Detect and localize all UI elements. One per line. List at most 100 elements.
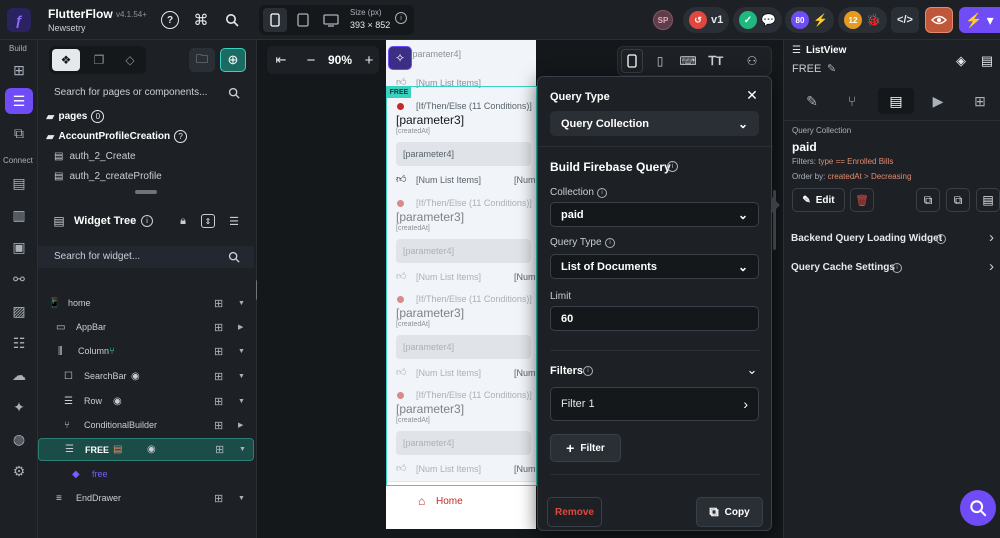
collection-select[interactable]: paid ⌄ — [550, 202, 759, 227]
chevron-down-icon[interactable]: ▼ — [238, 300, 245, 307]
flutterflow-logo-icon[interactable]: ƒ — [7, 8, 31, 32]
user-avatar[interactable]: SP — [653, 10, 673, 30]
chevron-down-icon[interactable]: ▼ — [239, 446, 246, 453]
phone-device-icon[interactable] — [263, 8, 287, 32]
collection-info-icon[interactable]: i — [597, 188, 607, 198]
add-child-icon[interactable]: ⊞ — [215, 443, 224, 456]
storyboard-icon[interactable]: ⧉ — [5, 120, 33, 146]
search-fab-icon[interactable] — [960, 490, 996, 526]
library-tab-icon[interactable]: ◇ — [116, 49, 144, 71]
visibility-eye-icon[interactable]: ◉ — [131, 371, 140, 382]
tree-node-enddrawer[interactable]: ≡ EndDrawer ⊞ ▼ — [38, 487, 254, 509]
cloud-icon[interactable]: ☁ — [5, 362, 33, 388]
tree-node-column[interactable]: ⫼ Column ⊞ ▼ ⑂ — [38, 340, 254, 362]
pages-tab-icon[interactable]: ❖ — [52, 49, 80, 71]
tree-node-searchbar[interactable]: ☐ SearchBar ⊞ ▼ ◉ — [38, 365, 254, 387]
chevron-down-icon[interactable]: ▼ — [238, 398, 245, 405]
tree-node-home[interactable]: 📱 home ⊞ ▼ — [38, 292, 254, 314]
theme-icon[interactable]: ◍ — [5, 426, 33, 452]
components-tab-icon[interactable]: ❐ — [85, 49, 113, 71]
text-scale-icon[interactable]: ꓔT — [705, 49, 727, 73]
expand-collapse-icon[interactable]: ⇕ — [201, 214, 215, 228]
widget-name[interactable]: FREE — [792, 63, 821, 75]
run-lightning-icon[interactable]: ⚡ ▾ — [959, 7, 1000, 33]
info-icon[interactable]: i — [395, 12, 407, 24]
chevron-down-icon[interactable]: ▼ — [238, 373, 245, 380]
media-icon[interactable]: ▨ — [5, 298, 33, 324]
firestore-icon[interactable]: ▤ — [5, 170, 33, 196]
page-search-icon[interactable] — [227, 86, 241, 100]
version-pill[interactable]: ↺ v1 — [683, 7, 730, 33]
cache-settings-row[interactable]: Query Cache Settings i › — [784, 257, 1000, 279]
tree-node-row[interactable]: ☰ Row ⊞ ▼ ◉ — [38, 390, 254, 412]
credits-pill[interactable]: 80 ⚡ — [785, 7, 834, 33]
library-diamond-icon[interactable]: ◈ — [950, 51, 972, 71]
lock-icon[interactable]: 🔒︎ — [176, 214, 190, 228]
code-view-icon[interactable]: </> — [891, 7, 919, 33]
state-tab-icon[interactable]: ⊞ — [962, 88, 998, 114]
device-frame-icon[interactable]: ▯ — [649, 49, 671, 73]
add-child-icon[interactable]: ⊞ — [214, 395, 223, 408]
limit-input[interactable]: 60 — [550, 306, 759, 331]
add-child-icon[interactable]: ⊞ — [214, 492, 223, 505]
page-item[interactable]: ▤ auth_2_Create — [54, 151, 136, 162]
chevron-right-icon[interactable]: ▶ — [238, 421, 243, 429]
copy-button[interactable]: ⧉ Copy — [696, 497, 763, 527]
command-icon[interactable]: ⌘ — [191, 10, 211, 30]
add-child-icon[interactable]: ⊞ — [214, 297, 223, 310]
widget-search-icon[interactable] — [227, 250, 241, 264]
cache-info-icon[interactable]: i — [892, 263, 902, 273]
ai-agent-icon[interactable]: ✦ — [5, 394, 33, 420]
filter-1-row[interactable]: Filter 1 › — [550, 387, 759, 421]
datatypes-icon[interactable]: ▥ — [5, 202, 33, 228]
chevron-right-icon[interactable]: ▶ — [238, 323, 243, 331]
backend-loading-row[interactable]: Backend Query Loading Widget i › — [784, 228, 1000, 250]
tree-node-conditionalbuilder[interactable]: ⑂ ConditionalBuilder ⊞ ▶ — [38, 414, 254, 436]
query-type-info-icon[interactable]: i — [605, 238, 615, 248]
tree-options-icon[interactable]: ☰ — [226, 214, 242, 228]
panel-resize-handle[interactable] — [135, 190, 157, 194]
tablet-device-icon[interactable] — [291, 8, 315, 32]
delete-query-icon[interactable]: 🗑 — [850, 188, 874, 212]
logs-icon[interactable]: ☷ — [5, 330, 33, 356]
settings-icon[interactable]: ⚙ — [5, 458, 33, 484]
add-child-icon[interactable]: ⊞ — [214, 321, 223, 334]
add-widget-icon[interactable]: ⊞ — [5, 57, 33, 83]
add-page-icon[interactable]: ⊕ — [220, 48, 246, 72]
app-state-icon[interactable]: ▣ — [5, 234, 33, 260]
nodes-icon[interactable]: ⚇ — [741, 49, 763, 73]
add-child-icon[interactable]: ⊞ — [214, 419, 223, 432]
desktop-device-icon[interactable] — [319, 8, 343, 32]
copy-query-icon[interactable]: ⧉ — [916, 188, 940, 212]
paste-query-icon[interactable]: ⧉ — [946, 188, 970, 212]
help-icon[interactable]: ? — [161, 11, 179, 29]
add-child-icon[interactable]: ⊞ — [214, 370, 223, 383]
remove-button[interactable]: Remove — [547, 497, 602, 527]
query-details-icon[interactable]: ▤ — [976, 188, 1000, 212]
free-widget-badge[interactable]: FREE — [387, 86, 411, 98]
status-pill[interactable]: ✓ 💬 — [733, 7, 782, 33]
folder-help-icon[interactable]: ? — [174, 130, 188, 143]
add-child-icon[interactable]: ⊞ — [214, 345, 223, 358]
edit-query-button[interactable]: ✎ Edit — [792, 188, 845, 212]
widget-more-icon[interactable]: ▤ — [976, 51, 998, 71]
integrations-icon[interactable]: ⚯ — [5, 266, 33, 292]
tree-node-free[interactable]: ◆ free — [38, 463, 254, 485]
filters-info-icon[interactable]: i — [583, 366, 593, 376]
zoom-out-icon[interactable]: − — [303, 50, 319, 70]
project-name[interactable]: Newsetry — [48, 23, 86, 33]
query-type-select[interactable]: Query Collection ⌄ — [550, 111, 759, 136]
widget-search-input[interactable]: Search for widget... — [54, 251, 140, 262]
visibility-eye-icon[interactable]: ◉ — [113, 396, 122, 407]
backend-info-icon[interactable]: i — [936, 234, 946, 244]
backend-query-tab-icon[interactable]: ▤ — [878, 88, 914, 114]
chevron-down-icon[interactable]: ▼ — [238, 348, 245, 355]
edit-name-icon[interactable]: ✎ — [827, 62, 836, 75]
animations-tab-icon[interactable]: ▶ — [920, 88, 956, 114]
collapse-panel-icon[interactable]: ⇤ — [271, 50, 291, 70]
zoom-in-icon[interactable]: + — [361, 50, 377, 70]
home-nav-label[interactable]: Home — [436, 496, 463, 507]
pages-folder[interactable]: ▰ pages 0 — [46, 110, 105, 123]
new-folder-icon[interactable]: 🗀 — [189, 48, 215, 72]
account-folder[interactable]: ▰ AccountProfileCreation ? — [46, 130, 188, 143]
